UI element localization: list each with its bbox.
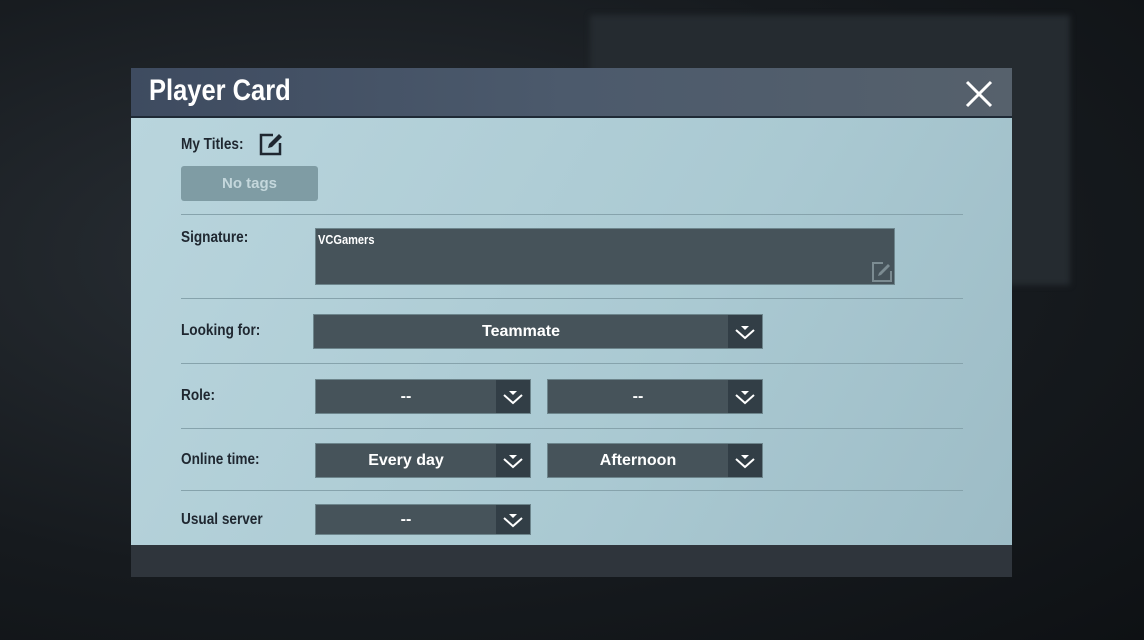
dropdown-value: -- — [400, 387, 412, 405]
signature-value: VCGamers — [318, 232, 375, 247]
usual-server-label: Usual server — [181, 511, 263, 528]
usual-server-dropdown[interactable]: -- — [315, 504, 531, 535]
online-time-label: Online time: — [181, 451, 260, 468]
signature-label: Signature: — [181, 229, 249, 246]
chevron-down-icon — [496, 380, 530, 413]
divider — [181, 428, 963, 429]
signature-input[interactable]: VCGamers — [315, 228, 895, 285]
dropdown-value: -- — [632, 387, 644, 405]
no-tags-button[interactable]: No tags — [181, 166, 318, 201]
dropdown-value: Every day — [368, 451, 444, 469]
role-label: Role: — [181, 387, 215, 404]
dialog-footer — [131, 545, 1012, 577]
divider — [181, 490, 963, 491]
close-icon[interactable] — [963, 78, 995, 110]
divider — [181, 298, 963, 299]
chevron-down-icon — [496, 505, 530, 534]
divider — [181, 363, 963, 364]
online-period-dropdown[interactable]: Afternoon — [547, 443, 763, 478]
dropdown-value: Teammate — [482, 322, 560, 340]
chevron-down-icon — [496, 444, 530, 477]
role-dropdown-1[interactable]: -- — [315, 379, 531, 414]
dropdown-value: -- — [400, 510, 412, 528]
dropdown-value: Afternoon — [599, 451, 677, 469]
edit-icon[interactable] — [259, 132, 285, 156]
dialog-title: Player Card — [149, 74, 291, 107]
player-card-dialog: Player Card My Titles: No tags Signature… — [131, 68, 1012, 577]
looking-for-label: Looking for: — [181, 322, 261, 339]
looking-for-dropdown[interactable]: Teammate — [313, 314, 763, 349]
divider — [181, 214, 963, 215]
chevron-down-icon — [728, 444, 762, 477]
edit-icon[interactable] — [871, 261, 893, 283]
chevron-down-icon — [728, 315, 762, 348]
online-days-dropdown[interactable]: Every day — [315, 443, 531, 478]
dialog-header: Player Card — [131, 68, 1012, 118]
dialog-body: My Titles: No tags Signature: VCGamers L… — [131, 118, 1012, 545]
my-titles-label: My Titles: — [181, 136, 244, 153]
chevron-down-icon — [728, 380, 762, 413]
role-dropdown-2[interactable]: -- — [547, 379, 763, 414]
